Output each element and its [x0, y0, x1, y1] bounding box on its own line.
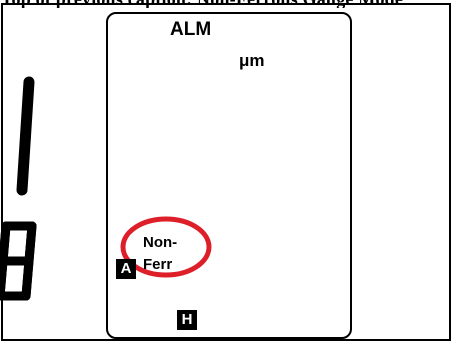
reading-digits: [0, 221, 37, 301]
segment-b: [24, 221, 37, 266]
segment-e: [0, 256, 8, 301]
indicator-h-icon: H: [177, 310, 197, 330]
segment-c: [21, 256, 34, 301]
nonferr-label: Non- Ferr: [143, 232, 177, 276]
indicator-a-icon: A: [116, 259, 136, 279]
segment-c: [16, 130, 31, 196]
segment-f: [0, 221, 11, 266]
segment-b: [20, 76, 35, 142]
lcd-segments: [0, 76, 212, 301]
nonferr-line-2: Ferr: [143, 256, 173, 273]
nonferr-line-1: Non-: [143, 234, 178, 251]
upper-digit-one: [16, 76, 35, 196]
